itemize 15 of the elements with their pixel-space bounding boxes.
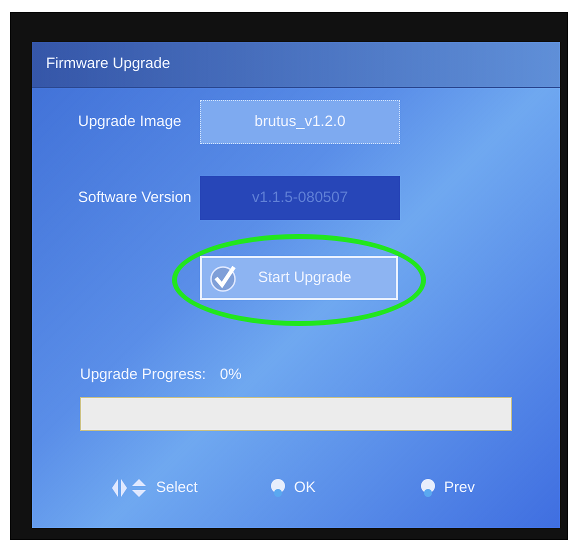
checkmark-icon — [208, 263, 238, 293]
input-field[interactable]: brutus_v1.2.0 — [200, 100, 400, 144]
progress-reading: 0% — [220, 365, 242, 385]
hint-label: Select — [156, 478, 198, 498]
field-label: Software Version — [78, 188, 192, 208]
value-field: v1.1.5-080507 — [200, 176, 400, 220]
start-upgrade-button[interactable]: Start Upgrade — [200, 256, 398, 300]
window-title: Firmware Upgrade — [46, 54, 170, 74]
hint-label: Prev — [444, 478, 475, 498]
arrow-keys-icon — [110, 476, 148, 499]
hint-label: OK — [294, 478, 316, 498]
field-label: Upgrade Image — [78, 112, 182, 132]
menu-key-icon — [420, 478, 436, 498]
ok-key-icon — [270, 478, 286, 498]
progress-label: Upgrade Progress: — [80, 365, 206, 385]
